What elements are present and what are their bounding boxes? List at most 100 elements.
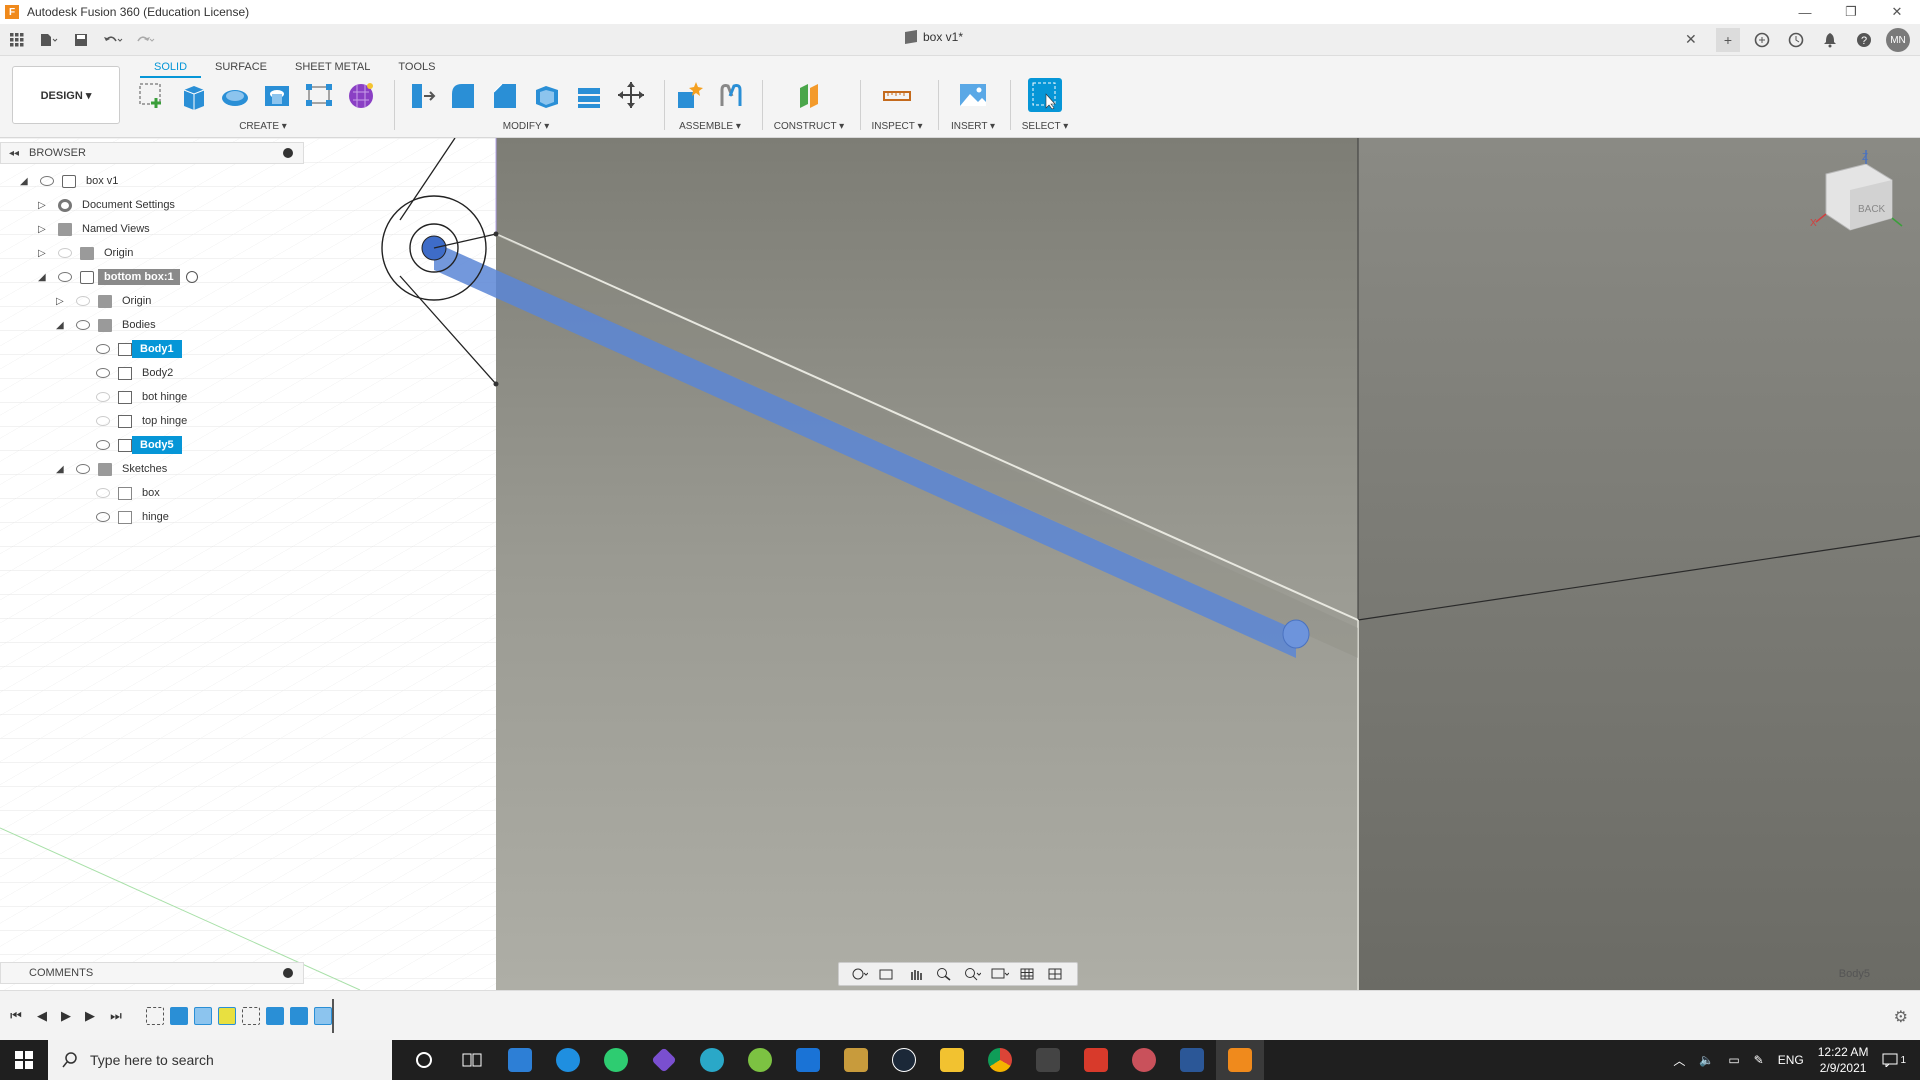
offset-plane-icon[interactable] xyxy=(792,78,826,112)
task-view-icon[interactable] xyxy=(448,1040,496,1080)
taskbar-search-box[interactable]: Type here to search xyxy=(48,1040,392,1080)
timeline-marker[interactable] xyxy=(332,999,334,1033)
tree-item-bot-hinge[interactable]: bot hinge xyxy=(96,386,187,408)
app-purple-icon[interactable] xyxy=(640,1040,688,1080)
insert-menu-button[interactable]: INSERT ▾ xyxy=(944,121,1002,132)
joint-icon[interactable] xyxy=(714,78,748,112)
timeline-sketch-feature[interactable] xyxy=(242,1007,260,1025)
tree-item-component-origin[interactable]: ▷ Origin xyxy=(56,290,151,312)
assemble-menu-button[interactable]: ASSEMBLE ▾ xyxy=(672,121,748,132)
undo-icon[interactable] xyxy=(102,29,124,51)
browser-minimize-icon[interactable] xyxy=(283,148,293,158)
language-indicator[interactable]: ENG xyxy=(1778,1053,1804,1067)
press-pull-icon[interactable] xyxy=(404,78,438,112)
file-explorer-icon[interactable] xyxy=(928,1040,976,1080)
visibility-eye-icon[interactable] xyxy=(96,368,110,378)
workspace-switcher-button[interactable]: DESIGN ▾ xyxy=(12,66,120,124)
visibility-eye-icon[interactable] xyxy=(76,320,90,330)
timeline-previous-button[interactable]: ◀ xyxy=(34,1008,50,1024)
modify-menu-button[interactable]: MODIFY ▾ xyxy=(404,121,648,132)
collapse-panel-icon[interactable]: ◂◂ xyxy=(9,148,19,159)
tree-item-document-settings[interactable]: ▷ Document Settings xyxy=(38,194,175,216)
mail-icon[interactable] xyxy=(784,1040,832,1080)
create-menu-button[interactable]: CREATE ▾ xyxy=(134,121,392,132)
activate-component-radio[interactable] xyxy=(185,271,198,283)
tree-item-sketch-hinge[interactable]: hinge xyxy=(96,506,169,528)
body5-rod-end[interactable] xyxy=(1282,619,1310,649)
extensions-icon[interactable] xyxy=(1750,28,1774,52)
edge-legacy-icon[interactable] xyxy=(544,1040,592,1080)
grid-settings-icon[interactable] xyxy=(1020,967,1038,981)
expand-triangle-icon[interactable]: ▷ xyxy=(38,200,50,211)
timeline-sketch-feature[interactable] xyxy=(146,1007,164,1025)
pen-icon[interactable]: ✎ xyxy=(1754,1053,1764,1067)
tab-sheet-metal[interactable]: SHEET METAL xyxy=(281,58,384,78)
data-panel-grid-icon[interactable] xyxy=(6,29,28,51)
viewports-icon[interactable] xyxy=(1048,967,1066,981)
pan-hand-icon[interactable] xyxy=(907,967,925,981)
create-form-icon[interactable] xyxy=(344,78,378,112)
timeline-split-feature[interactable] xyxy=(218,1007,236,1025)
expand-triangle-icon[interactable]: ◢ xyxy=(38,272,50,283)
close-window-button[interactable]: ✕ xyxy=(1874,0,1920,24)
inspect-menu-button[interactable]: INSPECT ▾ xyxy=(866,121,928,132)
close-document-button[interactable]: ✕ xyxy=(1685,31,1697,48)
expand-triangle-icon[interactable]: ▷ xyxy=(38,248,50,259)
zoom-icon[interactable] xyxy=(935,967,953,981)
visibility-eye-icon[interactable] xyxy=(76,296,90,306)
sketch-point[interactable] xyxy=(493,381,499,387)
box-right-face[interactable] xyxy=(1358,138,1920,990)
timeline-extrude-feature[interactable] xyxy=(266,1007,284,1025)
select-tool-icon[interactable] xyxy=(1028,78,1062,112)
select-menu-button[interactable]: SELECT ▾ xyxy=(1016,121,1074,132)
3d-viewport[interactable]: BACK Z X xyxy=(0,138,1920,990)
tree-item-sketches[interactable]: ◢ Sketches xyxy=(56,458,167,480)
fillet-icon[interactable] xyxy=(446,78,480,112)
word-icon[interactable] xyxy=(1168,1040,1216,1080)
extrude-icon[interactable] xyxy=(176,78,210,112)
chrome-icon[interactable] xyxy=(976,1040,1024,1080)
pattern-icon[interactable] xyxy=(302,78,336,112)
acrobat-icon[interactable] xyxy=(1072,1040,1120,1080)
visibility-eye-icon[interactable] xyxy=(96,392,110,402)
new-component-icon[interactable] xyxy=(672,78,706,112)
zoom-window-icon[interactable] xyxy=(963,967,982,981)
display-settings-icon[interactable] xyxy=(991,967,1010,981)
tab-surface[interactable]: SURFACE xyxy=(201,58,281,78)
help-icon[interactable]: ? xyxy=(1852,28,1876,52)
fusion360-taskbar-icon[interactable] xyxy=(1216,1040,1264,1080)
create-sketch-icon[interactable] xyxy=(134,78,168,112)
tree-item-origin[interactable]: ▷ Origin xyxy=(38,242,133,264)
tree-item-top-hinge[interactable]: top hinge xyxy=(96,410,187,432)
windows-start-icon[interactable] xyxy=(0,1040,48,1080)
user-avatar[interactable]: MN xyxy=(1886,28,1910,52)
minimize-button[interactable]: — xyxy=(1782,0,1828,24)
job-status-icon[interactable] xyxy=(1784,28,1808,52)
comments-panel-header[interactable]: COMMENTS xyxy=(0,962,304,984)
expand-triangle-icon[interactable]: ▷ xyxy=(38,224,50,235)
timeline-extrude-feature[interactable] xyxy=(290,1007,308,1025)
shell-icon[interactable] xyxy=(530,78,564,112)
network-icon[interactable]: ▭ xyxy=(1728,1053,1739,1067)
browser-panel-header[interactable]: ◂◂ BROWSER xyxy=(0,142,304,164)
taskbar-clock[interactable]: 12:22 AM 2/9/2021 xyxy=(1818,1044,1869,1076)
cortana-icon[interactable] xyxy=(400,1040,448,1080)
insert-image-icon[interactable] xyxy=(956,78,990,112)
visibility-eye-icon[interactable] xyxy=(58,248,72,258)
visibility-eye-icon[interactable] xyxy=(96,344,110,354)
hole-icon[interactable] xyxy=(260,78,294,112)
timeline-play-button[interactable]: ▶ xyxy=(58,1008,74,1024)
timeline-first-button[interactable]: ⏮ xyxy=(8,1008,24,1024)
app-cross-icon[interactable] xyxy=(1024,1040,1072,1080)
timeline-shell-feature[interactable] xyxy=(194,1007,212,1025)
tree-item-body5[interactable]: Body5 xyxy=(96,434,182,456)
tray-expand-icon[interactable]: ︿ xyxy=(1673,1052,1685,1069)
visibility-eye-icon[interactable] xyxy=(96,512,110,522)
expand-triangle-icon[interactable]: ▷ xyxy=(56,296,68,307)
timeline-settings-gear-icon[interactable]: ⚙ xyxy=(1894,1007,1908,1027)
box-left-face[interactable] xyxy=(496,138,1358,990)
visibility-eye-icon[interactable] xyxy=(96,440,110,450)
visibility-eye-icon[interactable] xyxy=(40,176,54,186)
timeline-extrude-feature[interactable] xyxy=(170,1007,188,1025)
steam-icon[interactable] xyxy=(880,1040,928,1080)
